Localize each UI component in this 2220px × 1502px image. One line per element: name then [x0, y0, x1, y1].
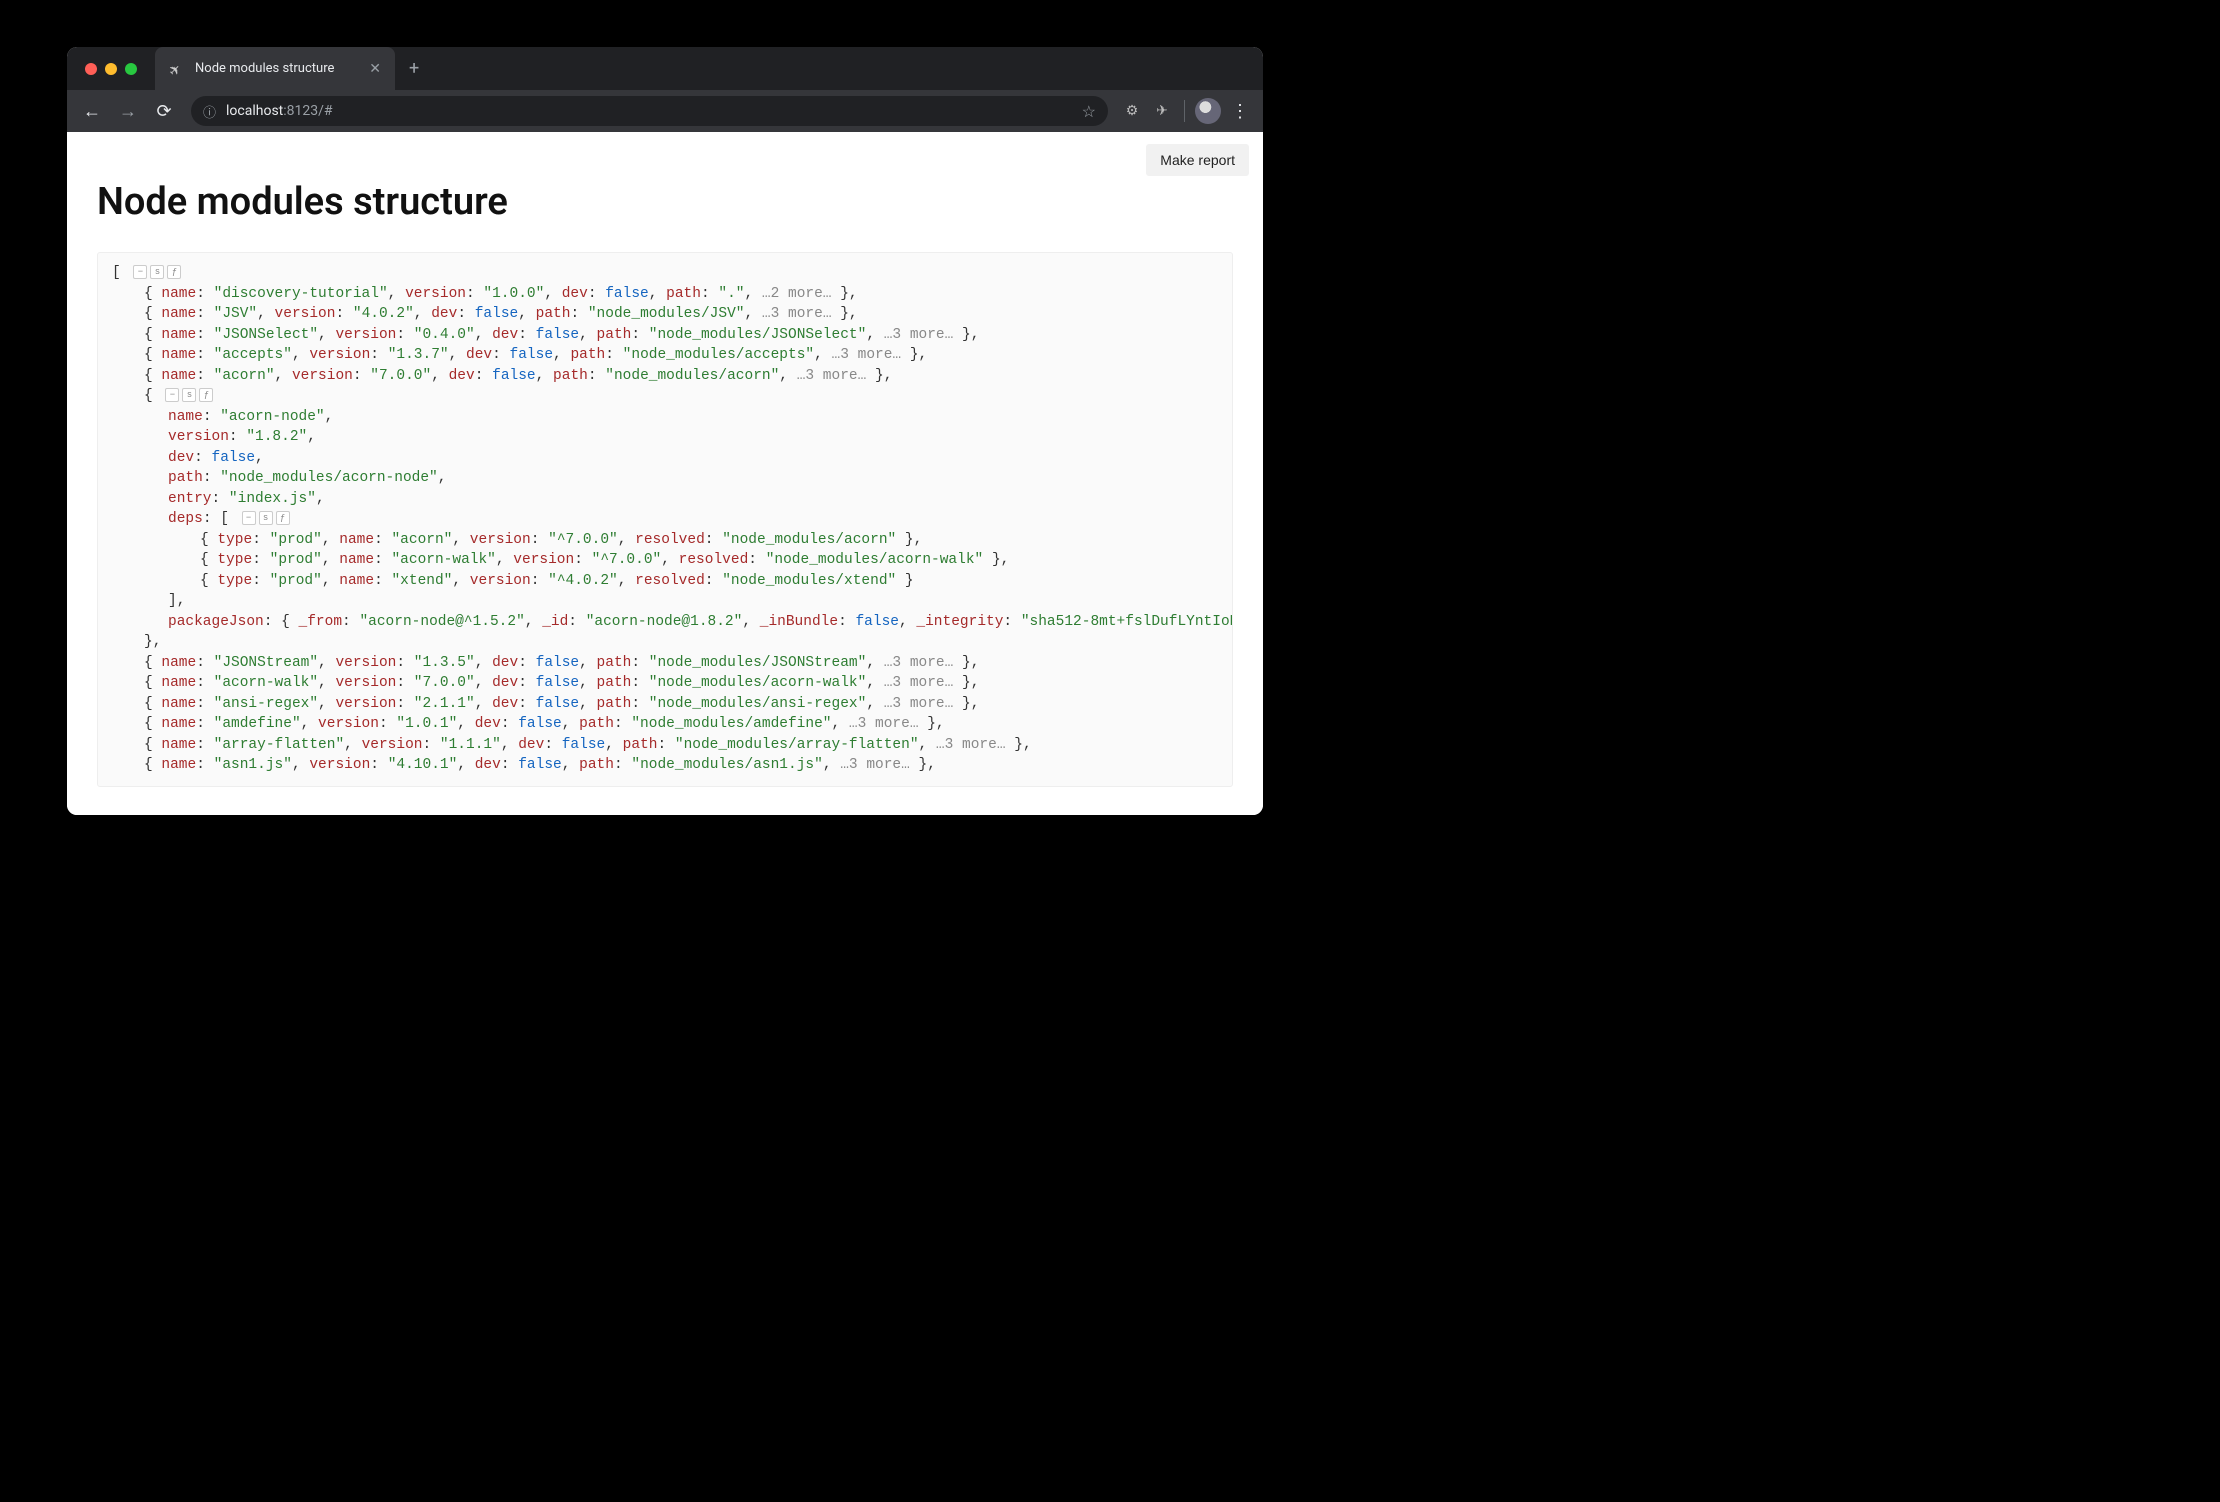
struct-controls[interactable]: −sƒ	[133, 265, 181, 279]
toolbar-separator	[1184, 100, 1185, 122]
new-tab-button[interactable]: +	[409, 58, 419, 79]
module-row[interactable]: { name: "ansi-regex", version: "2.1.1", …	[112, 694, 1218, 715]
module-row[interactable]: { name: "accepts", version: "1.3.7", dev…	[112, 345, 1218, 366]
profile-avatar[interactable]	[1195, 98, 1221, 124]
dep-row[interactable]: { type: "prod", name: "acorn-walk", vers…	[112, 550, 1218, 571]
extension-icon-1[interactable]: ⚙	[1120, 99, 1144, 123]
back-button[interactable]: ←	[77, 96, 107, 126]
maximize-window-button[interactable]	[125, 63, 137, 75]
module-row[interactable]: { name: "JSONSelect", version: "0.4.0", …	[112, 325, 1218, 346]
module-row[interactable]: { name: "JSV", version: "4.0.2", dev: fa…	[112, 304, 1218, 325]
expanded-dev: dev: false,	[112, 448, 1218, 469]
titlebar: ✈ Node modules structure ✕ +	[67, 47, 1263, 90]
module-row[interactable]: { name: "JSONStream", version: "1.3.5", …	[112, 653, 1218, 674]
expanded-name: name: "acorn-node",	[112, 407, 1218, 428]
browser-window: ✈ Node modules structure ✕ + ← → ⟳ ⓘ loc…	[67, 47, 1263, 815]
expanded-version: version: "1.8.2",	[112, 427, 1218, 448]
dep-row[interactable]: { type: "prod", name: "xtend", version: …	[112, 571, 1218, 592]
tab-title: Node modules structure	[195, 61, 334, 76]
tab-close-button[interactable]: ✕	[369, 61, 381, 77]
browser-tab[interactable]: ✈ Node modules structure ✕	[155, 47, 395, 90]
url-text: localhost:8123/#	[226, 103, 333, 119]
expanded-deps-open: deps: [ −sƒ	[112, 509, 1218, 530]
module-row[interactable]: { name: "amdefine", version: "1.0.1", de…	[112, 714, 1218, 735]
struct-controls[interactable]: −sƒ	[242, 511, 290, 525]
expanded-entry: entry: "index.js",	[112, 489, 1218, 510]
page-title: Node modules structure	[97, 180, 1233, 224]
bookmark-star-icon[interactable]: ☆	[1082, 102, 1096, 121]
site-info-icon[interactable]: ⓘ	[203, 102, 216, 121]
module-row[interactable]: { name: "discovery-tutorial", version: "…	[112, 284, 1218, 305]
minimize-window-button[interactable]	[105, 63, 117, 75]
module-row[interactable]: { name: "asn1.js", version: "4.10.1", de…	[112, 755, 1218, 776]
toolbar: ← → ⟳ ⓘ localhost:8123/# ☆ ⚙ ✈ ⋮	[67, 90, 1263, 132]
struct-controls[interactable]: −sƒ	[165, 388, 213, 402]
module-row[interactable]: { name: "acorn", version: "7.0.0", dev: …	[112, 366, 1218, 387]
extension-icon-2[interactable]: ✈	[1150, 99, 1174, 123]
array-open: [ −sƒ	[112, 263, 1218, 284]
address-bar[interactable]: ⓘ localhost:8123/# ☆	[191, 96, 1108, 126]
expanded-path: path: "node_modules/acorn-node",	[112, 468, 1218, 489]
browser-menu-button[interactable]: ⋮	[1227, 101, 1253, 122]
reload-button[interactable]: ⟳	[149, 96, 179, 126]
module-row[interactable]: { name: "acorn-walk", version: "7.0.0", …	[112, 673, 1218, 694]
make-report-button[interactable]: Make report	[1146, 144, 1249, 176]
module-row[interactable]: { name: "array-flatten", version: "1.1.1…	[112, 735, 1218, 756]
forward-button[interactable]: →	[113, 96, 143, 126]
modules-structure: [ −sƒ{ name: "discovery-tutorial", versi…	[97, 252, 1233, 787]
close-window-button[interactable]	[85, 63, 97, 75]
expanded-packagejson[interactable]: packageJson: { _from: "acorn-node@^1.5.2…	[112, 612, 1218, 633]
dep-row[interactable]: { type: "prod", name: "acorn", version: …	[112, 530, 1218, 551]
module-row-expanded[interactable]: { −sƒ	[112, 386, 1218, 407]
window-controls	[67, 63, 137, 75]
module-row-expanded-close: },	[112, 632, 1218, 653]
expanded-deps-close: ],	[112, 591, 1218, 612]
tab-favicon: ✈	[166, 57, 189, 80]
page-content: Make report Node modules structure [ −sƒ…	[67, 132, 1263, 815]
